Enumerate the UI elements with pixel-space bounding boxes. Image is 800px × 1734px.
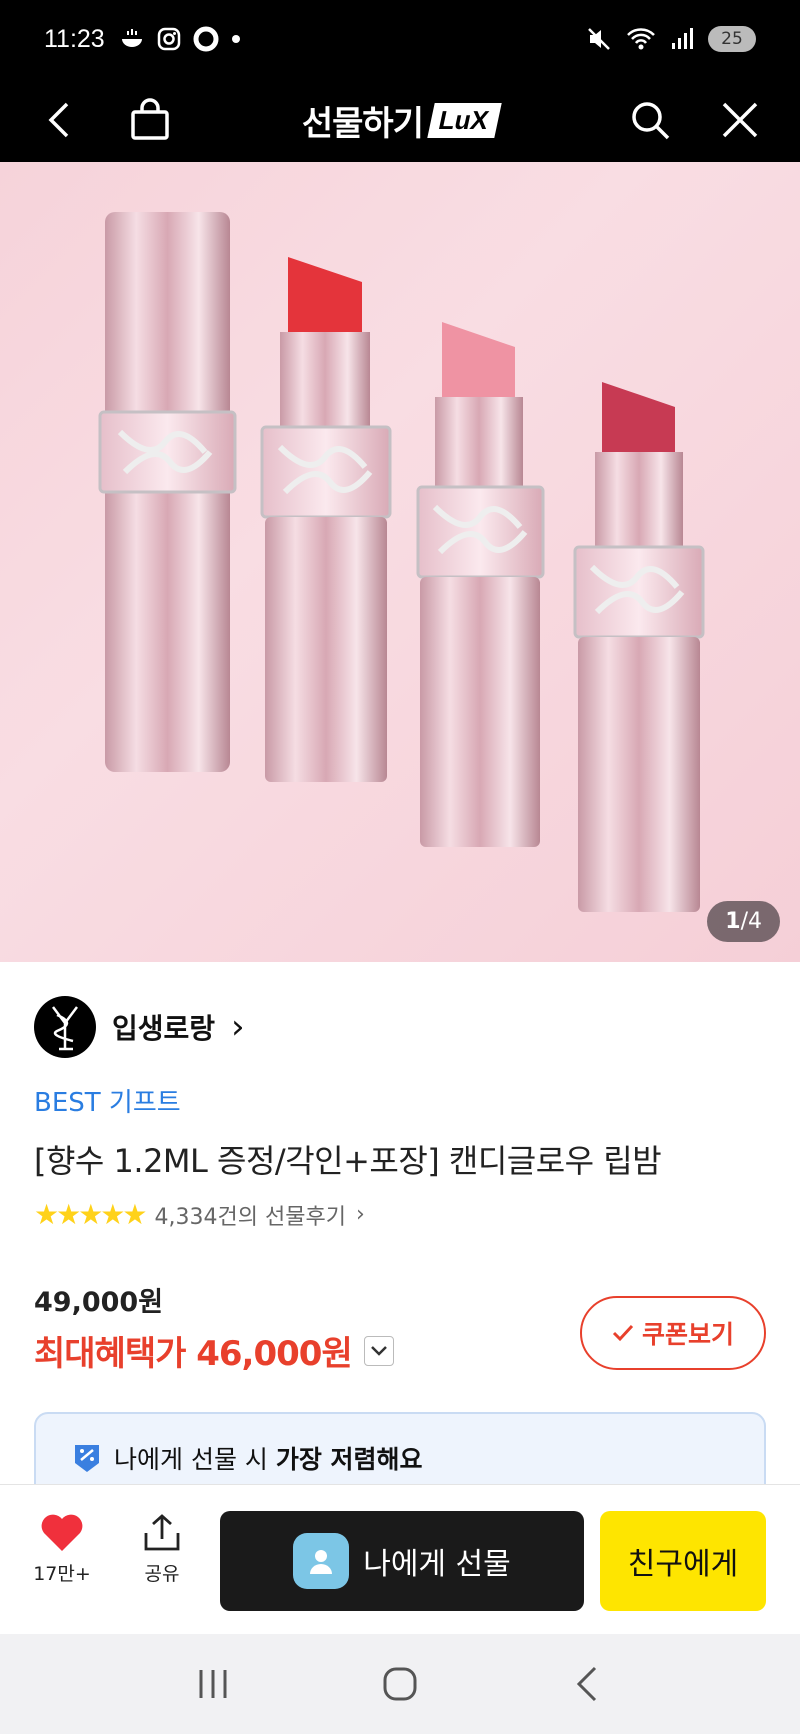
user-icon [310, 1550, 333, 1574]
best-price-row: 최대혜택가 46,000원 [34, 1326, 394, 1375]
search-icon [632, 102, 670, 140]
notice-prefix: 나에게 선물 시 [114, 1445, 276, 1474]
home-button[interactable] [360, 1654, 440, 1714]
like-button[interactable]: 17만+ [22, 1513, 102, 1586]
best-price: 최대혜택가 46,000원 [34, 1334, 353, 1374]
coupon-button[interactable]: 쿠폰보기 [580, 1296, 766, 1370]
brand-name: 입생로랑 [112, 1012, 216, 1045]
image-counter-total: /4 [740, 909, 762, 934]
product-title: [향수 1.2ML 증정/각인+포장] 캔디글로우 립밤 [34, 1142, 662, 1180]
system-nav-bar [0, 1634, 800, 1734]
wifi-icon [627, 28, 655, 50]
battery-indicator: 25 [708, 26, 756, 52]
brand-chevron-icon: › [231, 1007, 245, 1047]
ysl-monogram-icon [52, 1006, 78, 1051]
system-back-icon [576, 1666, 596, 1702]
chevron-down-icon [370, 1345, 387, 1356]
close-icon [722, 102, 758, 138]
status-time: 11:23 [44, 24, 105, 53]
coupon-button-label: 쿠폰보기 [641, 1320, 734, 1349]
lipstick-capped [98, 212, 237, 772]
coupon-icon [75, 1445, 99, 1472]
header-title-text: 선물하기 [301, 103, 424, 144]
close-button[interactable] [712, 92, 768, 148]
notice-content: 나에게 선물 시 가장 저렴해요 [72, 1440, 423, 1476]
lux-badge: LuX [427, 102, 502, 138]
lipstick-pink [416, 322, 545, 847]
check-icon [612, 1324, 634, 1342]
rating-row[interactable]: ★★★★★ 4,334건의 선물후기 › [34, 1198, 365, 1231]
status-system-icons: 25 [586, 26, 756, 52]
review-link[interactable]: 4,334건의 선물후기 [155, 1199, 346, 1231]
system-back-button[interactable] [547, 1654, 627, 1714]
notice-emphasis: 가장 저렴해요 [275, 1445, 423, 1474]
circle-app-icon [193, 26, 219, 52]
image-counter: 1/4 [707, 901, 780, 942]
gift-to-friend-label: 친구에게 [627, 1547, 739, 1582]
recent-apps-icon [199, 1670, 227, 1698]
original-price: 49,000원 [34, 1287, 164, 1318]
header-title: 선물하기 LuX [0, 78, 800, 162]
image-counter-current: 1 [725, 909, 741, 934]
notice-text: 나에게 선물 시 가장 저렴해요 [114, 1440, 423, 1476]
dot-icon [231, 35, 240, 43]
signal-icon [672, 28, 693, 49]
home-icon [383, 1667, 417, 1701]
lipstick-product-image [98, 212, 705, 912]
status-bar: 11:23 25 [0, 0, 800, 78]
review-chevron-icon: › [355, 1202, 365, 1227]
app-header: 선물하기 LuX [0, 78, 800, 162]
page: 11:23 25 선물하기 LuX 1/4 입생로랑 › BEST 기프트 [향… [0, 0, 800, 1734]
ysl-logo [34, 996, 96, 1058]
search-button[interactable] [622, 92, 678, 148]
instagram-icon [157, 27, 180, 51]
gift-to-friend-button[interactable]: 친구에게 [600, 1511, 766, 1611]
brand-link[interactable]: 입생로랑 › [34, 996, 245, 1058]
gift-to-me-label: 나에게 선물 [363, 1547, 511, 1582]
best-gift-badge: BEST 기프트 [34, 1088, 181, 1118]
price-detail-dropdown[interactable] [363, 1335, 394, 1366]
my-avatar [293, 1533, 350, 1589]
lipstick-berry [573, 382, 705, 912]
share-icon [144, 1514, 180, 1551]
share-label: 공유 [144, 1563, 180, 1585]
product-image-carousel[interactable]: 1/4 [0, 162, 800, 962]
lipstick-red [260, 257, 392, 782]
recent-apps-button[interactable] [173, 1654, 253, 1714]
heart-icon [41, 1514, 83, 1551]
gift-to-me-button[interactable]: 나에게 선물 [220, 1511, 584, 1611]
app-icon [121, 29, 142, 47]
rating-stars-icon: ★★★★★ [34, 1198, 148, 1231]
share-button[interactable]: 공유 [122, 1513, 202, 1586]
status-notification-icons [119, 26, 241, 52]
mute-icon [588, 28, 610, 50]
bottom-action-bar: 17만+ 공유 나에게 선물 친구에게 [0, 1484, 800, 1634]
like-count: 17만+ [33, 1563, 91, 1585]
